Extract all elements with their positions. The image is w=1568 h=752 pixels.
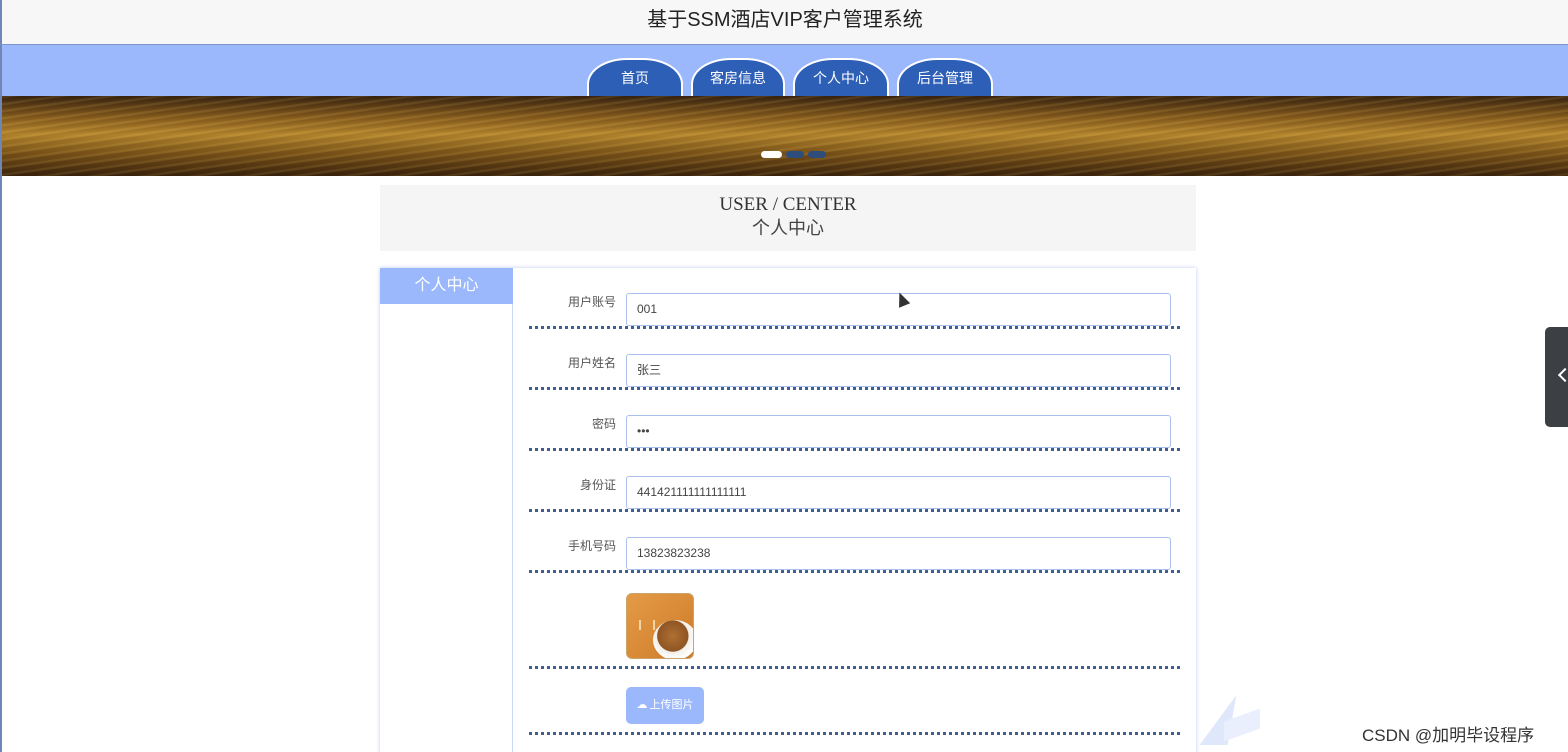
form-row-password: 密码 ••• bbox=[529, 390, 1180, 451]
site-title: 基于SSM酒店VIP客户管理系统 bbox=[647, 9, 923, 31]
section-title-en: USER / CENTER bbox=[719, 194, 857, 215]
side-drawer-toggle[interactable] bbox=[1545, 327, 1568, 427]
phone-input[interactable]: 13823823238 bbox=[626, 537, 1171, 570]
password-input[interactable]: ••• bbox=[626, 415, 1171, 448]
form-row-id-card: 身份证 441421111111111111 bbox=[529, 451, 1180, 512]
decoration-graphic bbox=[1199, 695, 1260, 752]
avatar-image bbox=[626, 593, 694, 659]
id-card-input[interactable]: 441421111111111111 bbox=[626, 476, 1171, 509]
phone-label: 手机号码 bbox=[567, 539, 616, 553]
sidebar-item-user-center[interactable]: 个人中心 bbox=[380, 268, 513, 304]
carousel-dot-3[interactable] bbox=[808, 151, 826, 158]
form-row-upload: ☁ 上传图片 bbox=[529, 669, 1180, 735]
password-label: 密码 bbox=[591, 417, 616, 431]
carousel-dots bbox=[761, 151, 826, 158]
nav-rooms[interactable]: 客房信息 bbox=[691, 58, 785, 97]
upload-image-button[interactable]: ☁ 上传图片 bbox=[626, 687, 704, 724]
section-title-cn: 个人中心 bbox=[752, 218, 824, 238]
avatar-text-decoration bbox=[639, 620, 655, 630]
user-center-panel: 个人中心 用户账号 001 用户姓名 张三 密码 ••• 身份证 4414211… bbox=[380, 268, 1196, 752]
nav-user-center[interactable]: 个人中心 bbox=[793, 58, 889, 97]
window-edge bbox=[0, 176, 2, 752]
name-input[interactable]: 张三 bbox=[626, 354, 1171, 387]
profile-form: 用户账号 001 用户姓名 张三 密码 ••• 身份证 441421111111… bbox=[529, 268, 1180, 735]
form-row-phone: 手机号码 13823823238 bbox=[529, 512, 1180, 573]
upload-button-label: 上传图片 bbox=[649, 699, 694, 711]
account-label: 用户账号 bbox=[567, 295, 616, 309]
banner-carousel bbox=[0, 96, 1568, 176]
watermark-text: CSDN @加明毕设程序 bbox=[1362, 726, 1535, 745]
form-row-name: 用户姓名 张三 bbox=[529, 329, 1180, 390]
carousel-dot-1[interactable] bbox=[761, 151, 782, 158]
sidebar: 个人中心 bbox=[380, 268, 513, 752]
nav-home[interactable]: 首页 bbox=[587, 58, 683, 97]
avatar-bowl-graphic bbox=[653, 620, 693, 658]
chevron-left-icon bbox=[1557, 367, 1568, 383]
cloud-upload-icon: ☁ bbox=[636, 699, 648, 711]
section-heading: USER / CENTER 个人中心 bbox=[380, 185, 1196, 251]
main-nav: 首页 客房信息 个人中心 后台管理 bbox=[0, 44, 1568, 97]
nav-admin[interactable]: 后台管理 bbox=[897, 58, 993, 97]
top-header: 基于SSM酒店VIP客户管理系统 bbox=[0, 0, 1568, 44]
id-card-label: 身份证 bbox=[579, 478, 616, 492]
carousel-dot-2[interactable] bbox=[786, 151, 804, 158]
form-row-avatar bbox=[529, 573, 1180, 669]
name-label: 用户姓名 bbox=[567, 356, 616, 370]
form-row-account: 用户账号 001 bbox=[529, 268, 1180, 329]
nav-items: 首页 客房信息 个人中心 后台管理 bbox=[587, 58, 993, 97]
